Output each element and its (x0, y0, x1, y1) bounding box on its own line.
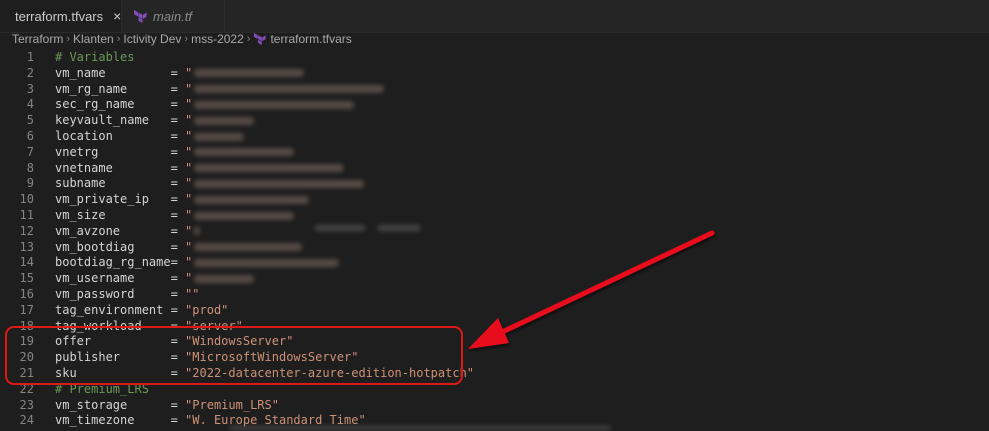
red-arrow (468, 230, 715, 349)
